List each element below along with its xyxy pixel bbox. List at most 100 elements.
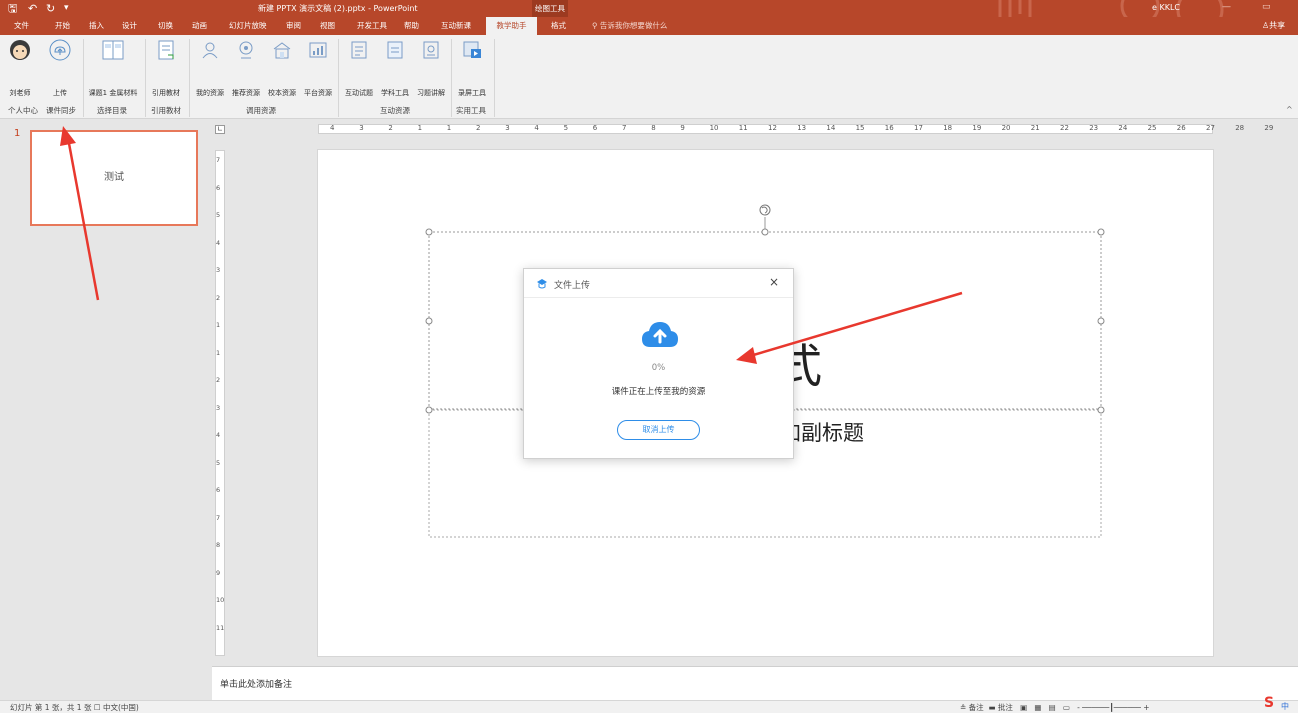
collapse-ribbon-icon[interactable]: ^ [1286,105,1293,114]
status-right: ≗ 备注 ▬ 批注 ▣ ▦ ▤ ▭ - ──────┃────── + [960,702,1150,713]
tab-selector-icon[interactable]: ∟ [215,125,225,134]
ruler-tick-label: 1 [446,124,452,132]
notes-pane[interactable]: 单击此处添加备注 [212,666,1298,700]
zoom-slider[interactable]: - ──────┃────── + [1072,703,1149,712]
ruler-tick-label: 21 [1030,124,1040,132]
ruler-tick-label: 5 [216,211,221,219]
ruler-tick-label: 3 [505,124,510,132]
recommended-resources-button[interactable]: 推荐资源 [229,39,263,97]
tab-insert[interactable]: 插入 [89,17,104,35]
cancel-upload-button[interactable]: 取消上传 [617,420,700,440]
tab-file[interactable]: 文件 [14,17,29,35]
ruler-tick-label: 22 [1060,124,1069,132]
interactive-quiz-button[interactable]: 互动试题 [342,39,376,97]
quiz-icon [351,41,367,59]
minimize-icon[interactable]: — [1222,2,1231,12]
ruler-tick-label: 14 [826,124,836,132]
slide-count: 幻灯片 第 1 张，共 1 张 [10,703,92,712]
ruler-tick-label: 6 [216,486,221,494]
undo-icon[interactable]: ↶ [28,2,37,15]
cite-textbook-button[interactable]: 引用教材 [150,39,182,97]
ruler-tick-label: 8 [216,541,221,549]
teacher-profile-button[interactable]: 刘老师 [6,39,34,97]
ruler-tick-label: 10 [709,124,719,132]
recommend-icon [239,41,253,59]
tell-me-search[interactable]: ⚲ 告诉我你想要做什么 [592,17,667,35]
ribbon-tabs: 文件 开始 插入 设计 切换 动画 幻灯片放映 审阅 视图 开发工具 帮助 互动… [0,17,1298,35]
school-resources-button[interactable]: 校本资源 [265,39,299,97]
slide-number: 1 [14,128,21,139]
language-indicator[interactable]: 中文(中国) [103,703,139,712]
group-separator [83,39,84,117]
redo-icon[interactable]: ↻ [46,2,55,15]
tab-slideshow[interactable]: 幻灯片放映 [229,17,267,35]
ruler-tick-label: 15 [855,124,865,132]
ruler-tick-label: 27 [1206,124,1215,132]
subject-tools-button[interactable]: 学科工具 [378,39,412,97]
ruler-tick-label: 7 [622,124,627,132]
ruler-tick-label: 6 [592,124,598,132]
my-resources-button[interactable]: 我的资源 [193,39,227,97]
ruler-tick-label: 11 [216,623,225,632]
upload-button[interactable]: 上传 [48,39,72,97]
ruler-tick-label: 4 [216,431,221,439]
avatar-icon [10,40,30,60]
ruler-tick-label: 17 [914,124,923,132]
ruler-tick-label: 18 [943,124,953,132]
ime-logo-icon[interactable]: S [1264,695,1274,711]
ruler-tick-label: 3 [359,124,364,132]
ruler-tick-label: 25 [1147,124,1157,132]
ime-mode-icon[interactable]: 中 [1281,701,1289,712]
exercise-explain-button[interactable]: 习题讲解 [414,39,448,97]
tab-teaching-assistant[interactable]: 教学助手 [486,17,537,35]
ruler-tick-label: 23 [1089,124,1099,132]
upload-dialog: 文件上传 × 0% 课件正在上传至我的资源 取消上传 [523,268,794,459]
reading-view-icon[interactable]: ▤ [1044,703,1056,712]
ruler-tick-label: 2 [388,124,393,132]
chart-icon [309,42,327,58]
platform-resources-button[interactable]: 平台资源 [301,39,335,97]
group-separator [145,39,146,117]
ruler-tick-label: 1 [216,321,221,329]
close-icon[interactable]: × [769,276,779,288]
tab-interactive-class[interactable]: 互动新课 [441,17,471,35]
tab-review[interactable]: 审阅 [286,17,301,35]
ruler-tick-label: 29 [1264,124,1274,132]
normal-view-icon[interactable]: ▣ [1015,703,1027,712]
select-chapter-button[interactable]: 课题1 金属材料 [86,39,140,97]
comments-toggle[interactable]: ▬ 批注 [986,703,1012,712]
tab-transitions[interactable]: 切换 [158,17,173,35]
tab-design[interactable]: 设计 [122,17,137,35]
tab-developer[interactable]: 开发工具 [357,17,387,35]
customize-icon[interactable]: ▾ [64,2,69,15]
upload-progress: 0% [651,363,666,373]
group-courseware-sync: 课件同步 [46,106,76,115]
tab-help[interactable]: 帮助 [404,17,419,35]
slideshow-view-icon[interactable]: ▭ [1058,703,1070,712]
cloud-upload-icon [49,39,71,61]
ruler-tick-label: 6 [216,183,221,192]
dialog-title: 文件上传 [554,281,591,291]
sorter-view-icon[interactable]: ▦ [1030,703,1041,712]
tab-format[interactable]: 格式 [551,17,566,35]
save-icon[interactable]: 🖫 [8,2,17,15]
group-use-resources: 调用资源 [246,106,276,115]
status-left: 幻灯片 第 1 张，共 1 张 ☐ 中文(中国) [10,702,139,713]
tab-home[interactable]: 开始 [55,17,70,35]
tab-animations[interactable]: 动画 [192,17,207,35]
ruler-tick-label: 13 [797,124,807,132]
user-name[interactable]: e KKLC [1152,3,1180,12]
status-bar: 幻灯片 第 1 张，共 1 张 ☐ 中文(中国) ≗ 备注 ▬ 批注 ▣ ▦ ▤… [0,695,1298,713]
ruler-tick-label: 19 [972,124,982,132]
notes-toggle[interactable]: ≗ 备注 [960,703,984,712]
restore-icon[interactable]: ▭ [1262,2,1271,12]
tab-view[interactable]: 视图 [320,17,335,35]
ruler-tick-label: 4 [330,124,335,132]
screen-record-button[interactable]: 录屏工具 [455,39,489,97]
ruler-tick-label: 12 [768,124,777,132]
spellcheck-icon[interactable]: ☐ [94,703,103,712]
upload-message: 课件正在上传至我的资源 [611,387,706,397]
share-button[interactable]: ♙共享 [1262,17,1285,35]
slide-thumbnail[interactable]: 测试 [30,130,198,226]
context-tools-label: 绘图工具 [532,0,568,17]
